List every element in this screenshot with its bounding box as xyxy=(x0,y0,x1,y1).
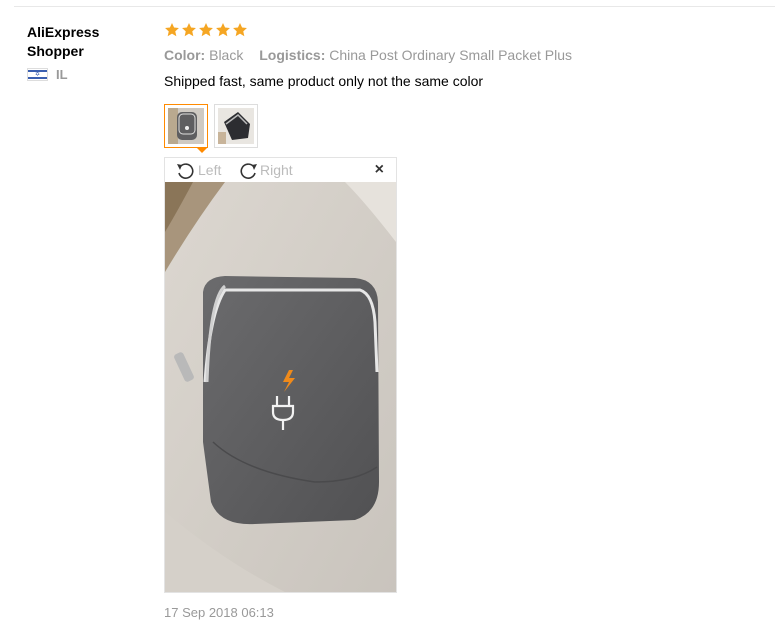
rotate-left-label: Left xyxy=(198,162,222,178)
photo-thumbnail-1[interactable] xyxy=(164,104,208,148)
star-icon xyxy=(182,23,196,37)
viewer-toolbar: Left Right × xyxy=(165,158,396,182)
star-icon xyxy=(199,23,213,37)
star-icon xyxy=(165,23,179,37)
review-text: Shipped fast, same product only not the … xyxy=(164,73,484,89)
rotate-left-button[interactable]: Left xyxy=(175,161,221,179)
photo-thumbnail-2[interactable] xyxy=(214,104,258,148)
rotate-left-icon xyxy=(177,163,194,179)
separator-line xyxy=(14,6,775,7)
color-label: Color: xyxy=(164,47,206,63)
logistics-label: Logistics: xyxy=(259,47,326,63)
close-viewer-button[interactable]: × xyxy=(375,162,384,178)
country-code: IL xyxy=(56,67,68,82)
photo-thumbnail-gray-pouch xyxy=(168,108,204,144)
active-thumbnail-caret xyxy=(197,148,207,153)
reviewer-country: ✡ IL xyxy=(27,67,147,82)
reviewer-name: AliExpress Shopper xyxy=(27,24,100,59)
rotate-right-icon xyxy=(240,163,257,179)
rotate-right-button[interactable]: Right xyxy=(237,161,293,179)
logistics-value: China Post Ordinary Small Packet Plus xyxy=(329,47,573,63)
review-date: 17 Sep 2018 06:13 xyxy=(164,605,274,620)
star-icon xyxy=(216,23,230,37)
order-meta: Color: Black Logistics: China Post Ordin… xyxy=(164,46,764,64)
israel-flag-icon: ✡ xyxy=(27,68,48,81)
photo-thumbnails xyxy=(164,104,258,148)
review-body: Color: Black Logistics: China Post Ordin… xyxy=(164,22,764,90)
photo-viewer: Left Right × xyxy=(164,157,397,593)
gray-zipper-pouch-photo xyxy=(165,182,396,592)
photo-thumbnail-dark-pouch xyxy=(218,108,254,144)
star-icon xyxy=(233,23,247,37)
rotate-right-label: Right xyxy=(260,162,293,178)
color-value: Black xyxy=(209,47,244,63)
star-rating xyxy=(164,22,764,40)
review-photo xyxy=(165,182,396,592)
reviewer-info: AliExpress Shopper ✡ IL xyxy=(27,23,147,82)
